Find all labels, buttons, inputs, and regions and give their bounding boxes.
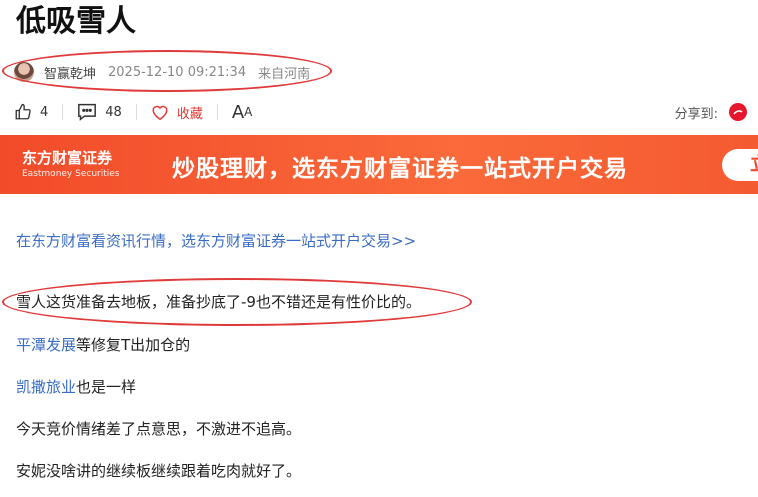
publish-date: 2025-12-10 09:21:34	[108, 64, 247, 80]
share-area: 分享到:	[675, 99, 748, 125]
publish-location: 来自河南	[258, 66, 311, 82]
author-meta-row: 智赢乾坤 2025-12-10 09:21:34 来自河南	[14, 60, 310, 84]
paragraph-2-text: 等修复T出加仓的	[76, 336, 191, 354]
comment-button[interactable]: 48	[77, 103, 122, 121]
favorite-button[interactable]: 收藏	[151, 103, 203, 122]
author-name[interactable]: 智赢乾坤	[44, 63, 96, 82]
author-avatar[interactable]	[14, 62, 34, 82]
paragraph-2: 平潭发展等修复T出加仓的	[16, 334, 190, 355]
stock-link-kaisa[interactable]: 凯撒旅业	[16, 378, 76, 396]
heart-icon	[152, 105, 168, 120]
broker-ad-banner[interactable]: 东方财富证券 Eastmoney Securities 炒股理财，选东方财富证券…	[0, 135, 758, 194]
paragraph-3-text: 也是一样	[76, 378, 137, 396]
share-label: 分享到:	[674, 106, 718, 122]
stock-link-pingtan[interactable]: 平潭发展	[16, 336, 76, 354]
paragraph-3: 凯撒旅业也是一样	[16, 376, 136, 397]
article-action-bar: 4 48 收藏 A A 分享到:	[14, 99, 758, 125]
weibo-icon[interactable]	[728, 102, 748, 122]
divider	[216, 104, 218, 120]
paragraph-5: 安妮没啥讲的继续板继续跟着吃肉就好了。	[16, 462, 302, 480]
banner-slogan: 炒股理财，选东方财富证券一站式开户交易	[172, 156, 628, 182]
logo-cn-text: 东方财富证券	[22, 149, 113, 167]
logo-en-text: Eastmoney Securities	[22, 169, 120, 179]
like-button[interactable]: 4	[14, 103, 48, 121]
thumbs-up-icon	[15, 103, 31, 120]
font-size-large: A	[231, 101, 245, 123]
paragraph-1: 雪人这货准备去地板，准备抄底了-9也不错还是有性价比的。	[16, 293, 421, 311]
divider	[135, 104, 137, 120]
like-count: 4	[40, 104, 49, 120]
favorite-label: 收藏	[176, 106, 203, 122]
divider	[62, 104, 64, 120]
font-size-small: A	[244, 105, 253, 119]
paragraph-4: 今天竞价情绪差了点意思，不激进不追高。	[16, 420, 302, 438]
comment-icon	[78, 103, 97, 121]
font-size-button[interactable]: A A	[232, 102, 253, 123]
comment-count: 48	[105, 104, 122, 120]
eastmoney-logo: 东方财富证券 Eastmoney Securities	[22, 147, 119, 179]
promo-link[interactable]: 在东方财富看资讯行情，选东方财富证券一站式开户交易>>	[16, 230, 416, 251]
banner-cta-button[interactable]: 立	[722, 149, 758, 181]
article-title: 低吸雪人	[16, 4, 136, 39]
